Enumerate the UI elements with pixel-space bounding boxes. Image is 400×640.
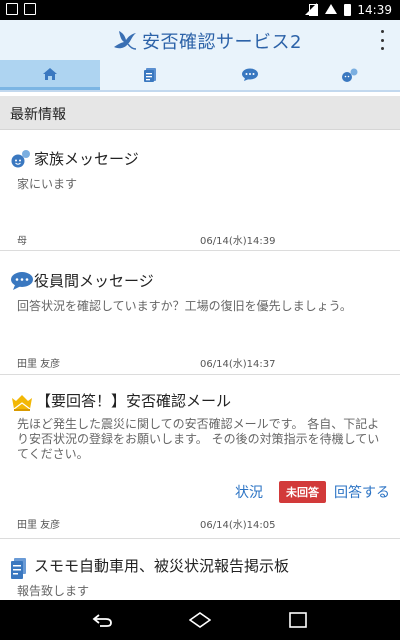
feed-item-title: 【要回答！】安否確認メール bbox=[36, 392, 232, 410]
feed-item-safety-mail[interactable]: 【要回答！】安否確認メール 先ほど発生した震災に関しての安否確認メールです。 各… bbox=[0, 375, 400, 539]
feed-item-title: 家族メッセージ bbox=[34, 150, 139, 168]
feed-item-executive-message[interactable]: 役員間メッセージ 回答状況を確認していますか？工場の復旧を優先しましょう。 田里… bbox=[0, 251, 400, 375]
battery-icon bbox=[344, 4, 352, 16]
app-title: 安否確認サービス2 bbox=[142, 32, 302, 53]
tab-home[interactable] bbox=[0, 60, 100, 90]
home-nav-icon bbox=[189, 612, 211, 628]
back-button[interactable] bbox=[88, 608, 116, 632]
chat-bubble-icon bbox=[11, 272, 33, 290]
overflow-menu-button[interactable] bbox=[378, 30, 386, 50]
dove-logo-icon bbox=[114, 31, 137, 50]
menu-dot-icon bbox=[380, 30, 384, 33]
answer-link[interactable]: 回答する bbox=[334, 482, 390, 502]
feed-item-body: 回答状況を確認していますか？工場の復旧を優先しましょう。 bbox=[17, 299, 352, 313]
recents-button[interactable] bbox=[284, 608, 312, 632]
recents-icon bbox=[289, 612, 307, 628]
tab-family[interactable] bbox=[300, 60, 400, 90]
status-link[interactable]: 状況 bbox=[235, 482, 263, 502]
system-nav-bar bbox=[0, 600, 400, 640]
feed-item-datetime: 06/14(水)14:37 bbox=[200, 359, 276, 370]
clipboard-icon bbox=[11, 558, 26, 579]
feed-item-sender: 田里 友彦 bbox=[17, 359, 61, 370]
home-icon bbox=[43, 67, 57, 80]
app-header: 安否確認サービス2 bbox=[0, 20, 400, 60]
news-feed: 家族メッセージ 家にいます 母 06/14(水)14:39 役員間メッセージ 回… bbox=[0, 131, 400, 600]
vibrate-icon bbox=[305, 3, 319, 16]
unanswered-badge: 未回答 bbox=[279, 481, 326, 503]
tab-documents[interactable] bbox=[100, 60, 200, 90]
feed-item-datetime: 06/14(水)14:05 bbox=[200, 520, 276, 531]
back-icon bbox=[92, 614, 112, 627]
feed-item-body: 報告致します bbox=[17, 584, 90, 598]
feed-item-sender: 田里 友彦 bbox=[17, 520, 61, 531]
feed-item-bulletin-board[interactable]: スモモ自動車用、被災状況報告掲示板 報告致します bbox=[0, 539, 400, 600]
clock: 14:39 bbox=[357, 3, 392, 17]
feed-item-body: 先ほど発生した震災に関しての安否確認メールです。 各自、下記より安否状況の登録を… bbox=[17, 417, 380, 461]
image-icon bbox=[24, 3, 36, 15]
tab-bar bbox=[0, 60, 400, 92]
crown-mail-icon bbox=[12, 395, 32, 411]
notification-icon bbox=[6, 3, 18, 15]
tab-messages[interactable] bbox=[200, 60, 300, 90]
status-bar: 14:39 bbox=[0, 0, 400, 20]
home-button[interactable] bbox=[186, 608, 214, 632]
app-logo: 安否確認サービス2 bbox=[112, 28, 302, 54]
menu-dot-icon bbox=[380, 47, 384, 50]
menu-dot-icon bbox=[380, 38, 384, 42]
feed-item-title: スモモ自動車用、被災状況報告掲示板 bbox=[34, 557, 290, 575]
feed-item-sender: 母 bbox=[17, 236, 27, 247]
family-icon bbox=[342, 68, 358, 82]
wifi-icon bbox=[324, 4, 338, 16]
feed-item-title: 役員間メッセージ bbox=[34, 272, 154, 290]
section-title: 最新情報 bbox=[10, 107, 66, 123]
document-icon bbox=[144, 68, 156, 82]
family-message-icon bbox=[11, 150, 30, 168]
feed-item-datetime: 06/14(水)14:39 bbox=[200, 236, 276, 247]
safety-mail-actions: 状況 未回答 回答する bbox=[235, 481, 390, 503]
chat-icon bbox=[242, 68, 258, 81]
feed-item-body: 家にいます bbox=[17, 177, 78, 191]
section-header: 最新情報 bbox=[0, 96, 400, 130]
feed-item-family-message[interactable]: 家族メッセージ 家にいます 母 06/14(水)14:39 bbox=[0, 131, 400, 251]
